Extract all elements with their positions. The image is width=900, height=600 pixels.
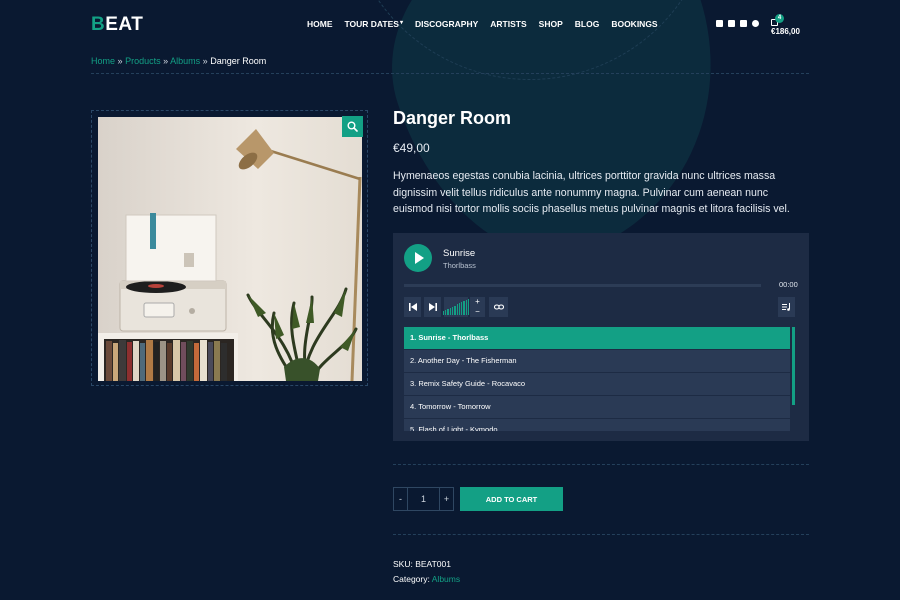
- twitter-icon[interactable]: [728, 20, 735, 27]
- volume-bar: [442, 310, 445, 315]
- volume-down-icon[interactable]: −: [475, 307, 480, 316]
- volume-level: [442, 299, 470, 315]
- breadcrumb-separator: »: [163, 56, 169, 66]
- nav-home[interactable]: Home: [307, 19, 333, 29]
- playlist: 1. Sunrise - Thorlbass 2. Another Day - …: [404, 327, 790, 431]
- product-description: Hymenaeos egestas conubia lacinia, ultri…: [393, 170, 790, 215]
- quantity-plus-button[interactable]: +: [440, 488, 453, 510]
- nav-shop[interactable]: Shop: [539, 19, 563, 29]
- divider: [393, 534, 809, 535]
- playlist-item[interactable]: 1. Sunrise - Thorlbass: [404, 327, 790, 349]
- skip-back-icon: [408, 303, 417, 311]
- product-price: €49,00: [393, 141, 430, 155]
- site-header: BEAT Home Tour Dates▾ Discography Artist…: [91, 14, 809, 36]
- nav-tour-dates[interactable]: Tour Dates▾: [345, 19, 403, 29]
- category-link[interactable]: Albums: [432, 574, 460, 584]
- current-track-title: Sunrise: [443, 248, 476, 259]
- divider: [91, 73, 809, 74]
- instagram-icon[interactable]: [740, 20, 747, 27]
- breadcrumb-separator: »: [117, 56, 123, 66]
- previous-button[interactable]: [404, 297, 421, 317]
- turntable-photo: [98, 117, 362, 381]
- breadcrumb-home[interactable]: Home: [91, 56, 115, 66]
- loop-button[interactable]: [489, 297, 508, 317]
- playlist-item[interactable]: 3. Remix Safety Guide - Rocavaco: [404, 373, 790, 395]
- magnifier-icon: [347, 121, 358, 132]
- volume-bar: [456, 304, 458, 315]
- nav-blog[interactable]: Blog: [575, 19, 600, 29]
- quantity-input[interactable]: 1: [407, 488, 440, 510]
- logo-text: EAT: [105, 14, 144, 35]
- volume-bar: [463, 301, 465, 315]
- spotify-icon[interactable]: [752, 20, 759, 27]
- breadcrumb-current: Danger Room: [210, 56, 267, 66]
- breadcrumb-separator: »: [202, 56, 208, 66]
- product-title: Danger Room: [393, 108, 512, 128]
- volume-bar: [454, 305, 456, 315]
- volume-bar: [447, 308, 449, 315]
- play-button[interactable]: [404, 244, 432, 272]
- current-track-artist: Thorlbass: [443, 261, 476, 270]
- nav-artists[interactable]: Artists: [490, 19, 526, 29]
- audio-player: Sunrise Thorlbass 00:00 + − 1. Sunrise - …: [393, 233, 809, 441]
- divider: [393, 464, 809, 465]
- product-image[interactable]: [98, 117, 362, 381]
- playlist-item[interactable]: 4. Tomorrow - Tomorrow: [404, 396, 790, 418]
- next-button[interactable]: [424, 297, 441, 317]
- facebook-icon[interactable]: [716, 20, 723, 27]
- playlist-icon: [782, 303, 790, 311]
- sku-value: BEAT001: [415, 559, 451, 569]
- breadcrumb-products[interactable]: Products: [125, 56, 161, 66]
- quantity-stepper: - 1 +: [393, 487, 454, 511]
- volume-bar: [461, 302, 463, 315]
- seek-bar[interactable]: [404, 284, 761, 287]
- nav-discography[interactable]: Discography: [415, 19, 478, 29]
- breadcrumb: Home » Products » Albums » Danger Room: [91, 56, 266, 66]
- product-sku: SKU: BEAT001: [393, 559, 451, 569]
- volume-bar: [445, 309, 447, 315]
- breadcrumb-albums[interactable]: Albums: [170, 56, 200, 66]
- playlist-item[interactable]: 2. Another Day - The Fisherman: [404, 350, 790, 372]
- sku-label: SKU:: [393, 559, 413, 569]
- nav-tour-dates-label: Tour Dates: [344, 19, 399, 29]
- main-nav: Home Tour Dates▾ Discography Artists Sho…: [307, 19, 658, 29]
- track-time: 00:00: [779, 280, 798, 289]
- skip-forward-icon: [428, 303, 437, 311]
- product-category: Category: Albums: [393, 574, 460, 584]
- playlist-toggle-button[interactable]: [778, 297, 795, 317]
- cart-link[interactable]: 4 €186,00: [771, 14, 809, 36]
- playlist-scrollbar[interactable]: [792, 327, 795, 431]
- volume-stepper[interactable]: + −: [470, 297, 485, 317]
- playlist-item[interactable]: 5. Flash of Light - Kymodo: [404, 419, 790, 431]
- nav-bookings[interactable]: Bookings: [611, 19, 657, 29]
- category-label: Category:: [393, 574, 430, 584]
- volume-slider[interactable]: [442, 297, 470, 317]
- quantity-minus-button[interactable]: -: [394, 488, 407, 510]
- zoom-button[interactable]: [342, 116, 363, 137]
- cart-total: €186,00: [771, 27, 800, 36]
- add-to-cart-button[interactable]: Add to cart: [460, 487, 563, 511]
- volume-bar: [449, 307, 451, 315]
- logo[interactable]: BEAT: [91, 14, 143, 36]
- volume-up-icon[interactable]: +: [475, 297, 480, 306]
- chevron-down-icon: ▾: [399, 20, 403, 26]
- social-links: [716, 20, 759, 27]
- logo-first-letter: B: [91, 14, 106, 35]
- loop-icon: [493, 304, 504, 310]
- playlist-scroll-thumb[interactable]: [792, 327, 795, 405]
- volume-bar: [458, 303, 461, 315]
- volume-bar: [451, 306, 454, 315]
- volume-bar: [465, 300, 467, 315]
- cart-count-badge: 4: [775, 14, 784, 23]
- product-gallery: [91, 110, 368, 386]
